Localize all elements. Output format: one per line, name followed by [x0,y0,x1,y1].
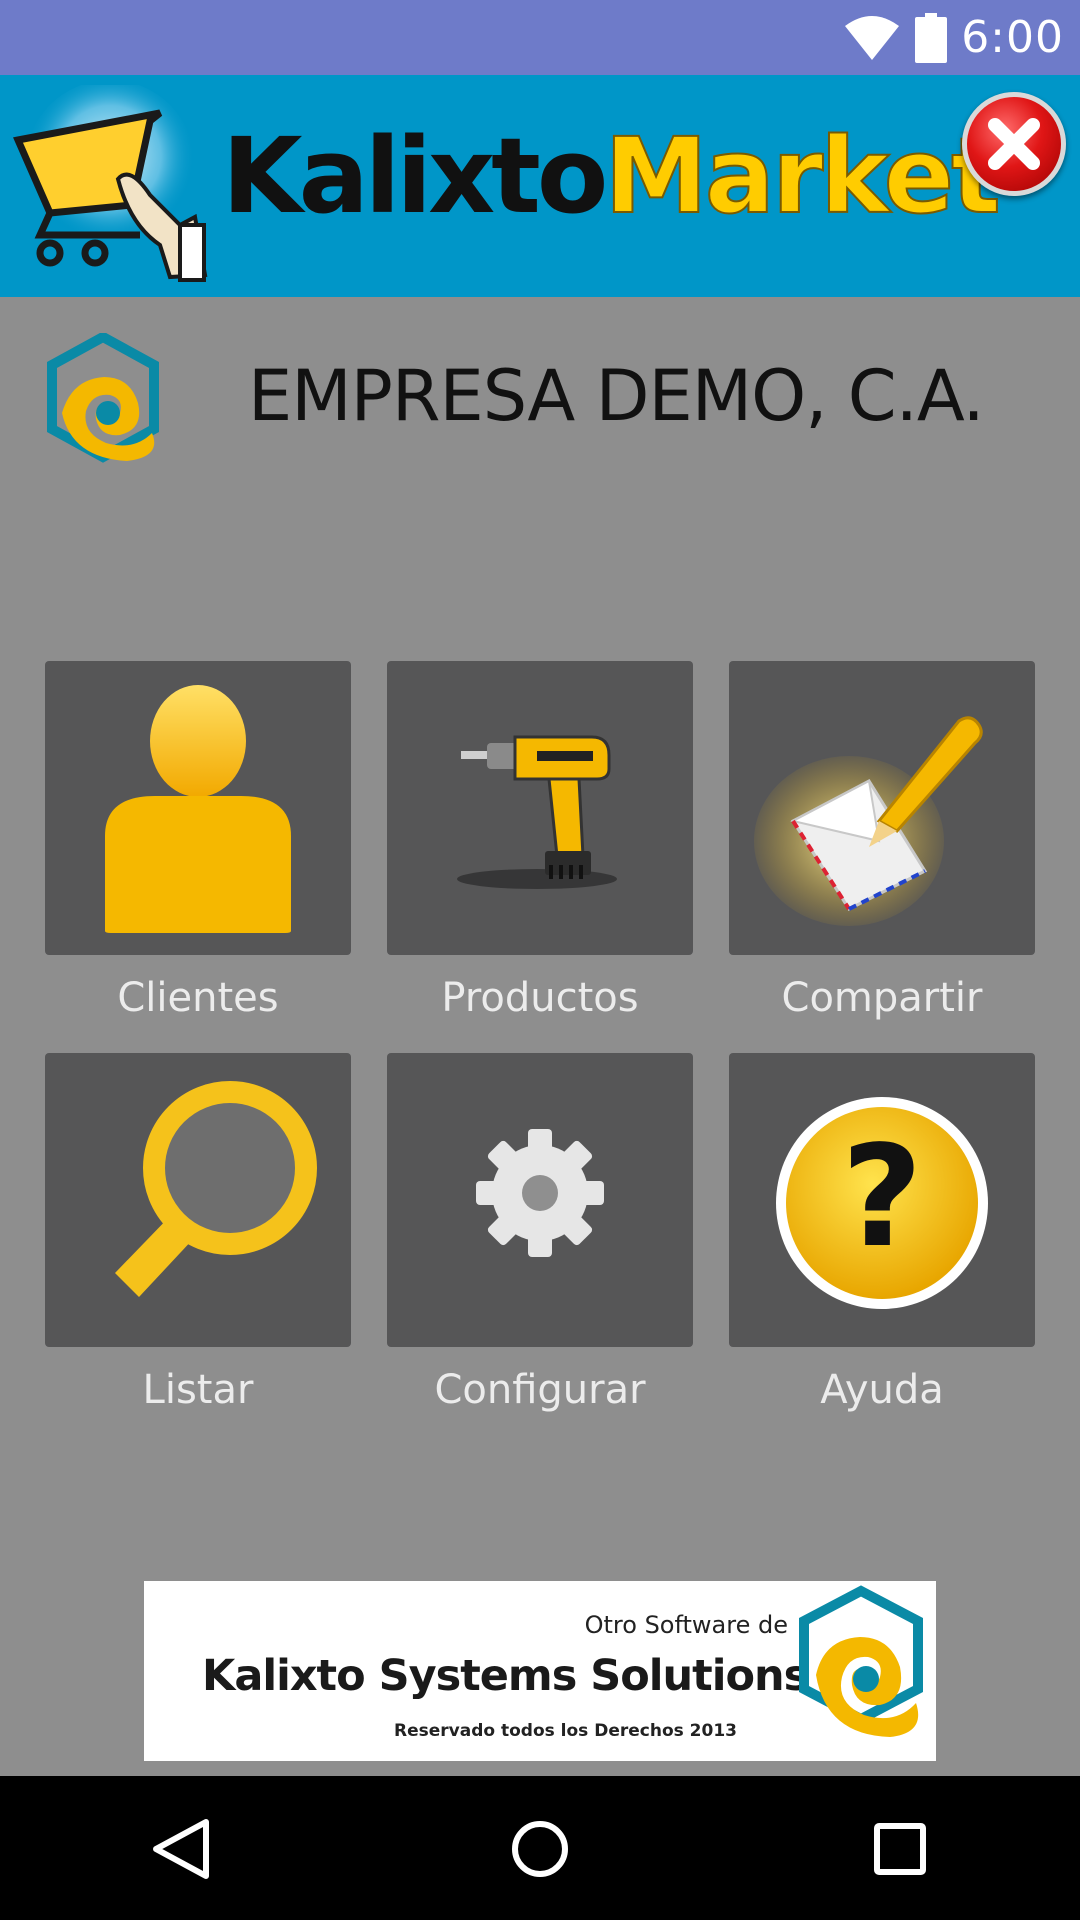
navigation-bar [0,1776,1080,1920]
company-logo-icon [47,333,159,463]
productos-button[interactable] [387,661,693,955]
ayuda-button[interactable]: ? [729,1053,1035,1347]
wifi-icon [845,15,900,60]
brand-part-2: Market [603,114,1002,238]
close-icon [988,118,1040,170]
home-icon [512,1821,568,1877]
kalixto-logo-icon [799,1585,923,1737]
ad-title: Kalixto Systems Solutions [202,1651,809,1701]
configurar-label: Configurar [434,1367,646,1413]
configurar-button[interactable] [387,1053,693,1347]
battery-icon [915,12,948,63]
ad-copyright: Reservado todos los Derechos 2013 [394,1721,737,1741]
app-brand: Kalixto Market [222,114,1002,265]
status-icons: 6:00 [843,0,1064,75]
compartir-button[interactable] [729,661,1035,955]
ayuda-label: Ayuda [820,1367,944,1413]
back-button[interactable] [146,1814,216,1884]
back-icon [153,1819,209,1879]
magnifier-icon [115,1081,317,1297]
recents-button[interactable] [865,1814,935,1884]
compartir-label: Compartir [781,975,983,1021]
envelope-pencil-icon [754,716,983,926]
app-header: Kalixto Market [0,75,1080,297]
productos-label: Productos [441,975,639,1021]
shopping-cart-logo-icon [13,85,208,282]
brand-part-1: Kalixto [222,115,608,237]
home-button[interactable] [505,1814,575,1884]
listar-label: Listar [142,1367,254,1413]
company-name: EMPRESA DEMO, C.A. [248,355,985,437]
footer-banner[interactable]: Otro Software de Kalixto Systems Solutio… [144,1581,936,1761]
drill-icon [457,735,617,889]
svg-text:?: ? [841,1116,922,1279]
user-icon [105,685,291,933]
app-screen: 6:00 Kalixto Market EMPRESA DEMO, C.A. C… [0,0,1080,1920]
status-bar: 6:00 [0,0,1080,75]
gear-icon [476,1129,604,1257]
clock-time: 6:00 [961,12,1064,63]
recents-icon [874,1823,926,1875]
ad-subtitle: Otro Software de [584,1611,788,1639]
clientes-button[interactable] [45,661,351,955]
close-button[interactable] [962,92,1066,196]
listar-button[interactable] [45,1053,351,1347]
clientes-label: Clientes [117,975,279,1021]
help-icon: ? [776,1097,988,1309]
